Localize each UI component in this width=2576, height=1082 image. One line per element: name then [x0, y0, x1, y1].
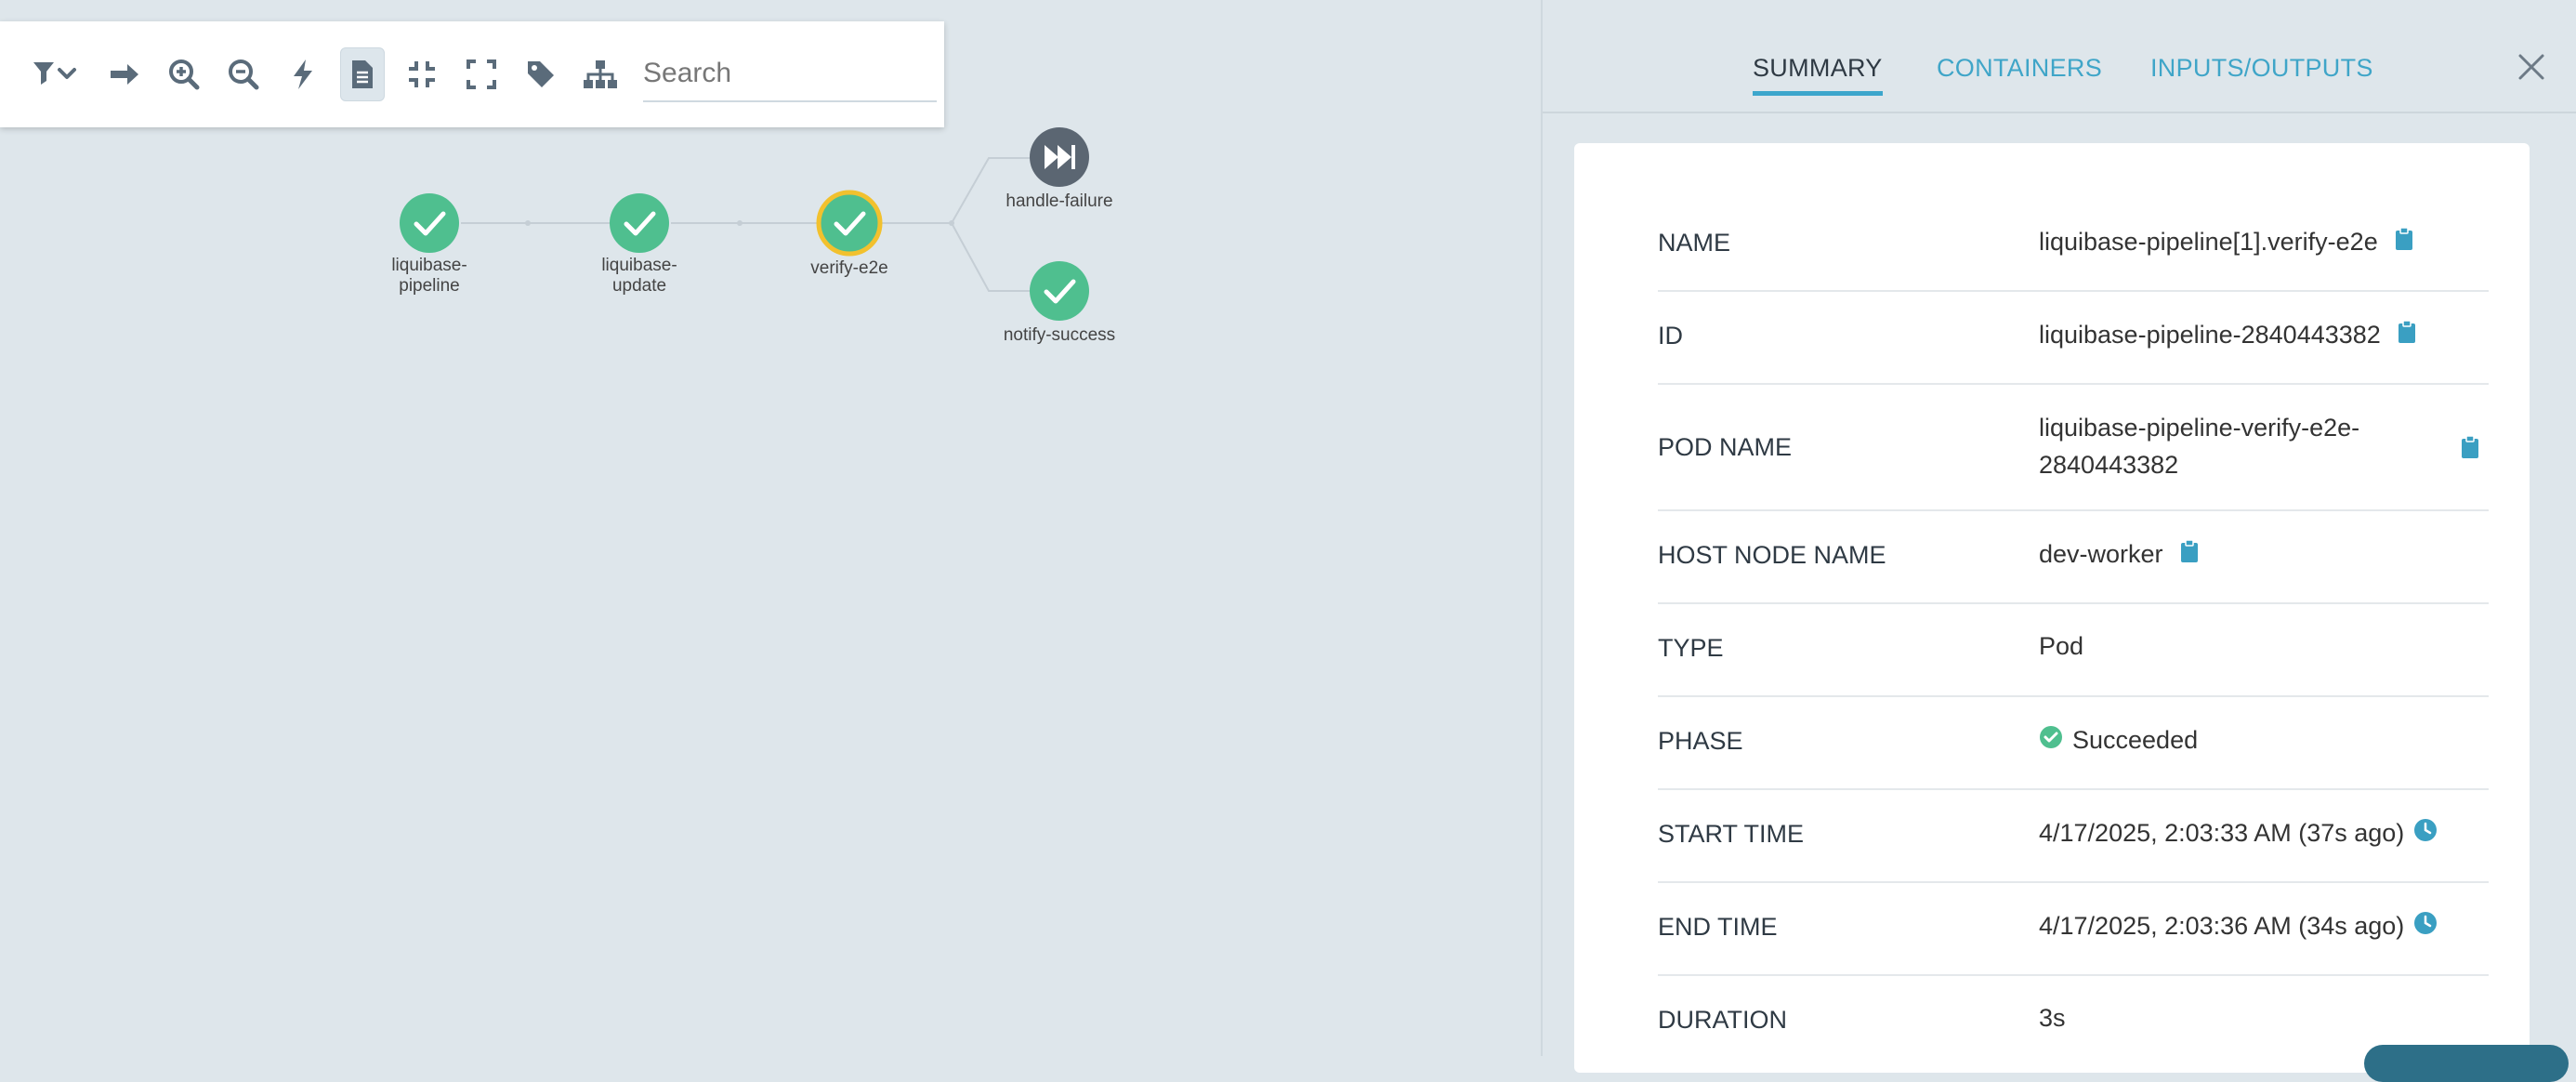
id-value: liquibase-pipeline-2840443382 — [2039, 321, 2381, 349]
row-key: TYPE — [1658, 634, 1724, 662]
close-icon — [2518, 54, 2544, 80]
row-value: 4/17/2025, 2:03:33 AM (37s ago) — [2039, 818, 2438, 849]
fast-mode-button[interactable] — [281, 47, 325, 101]
expand-icon — [467, 59, 496, 89]
node-handle-failure[interactable] — [1030, 127, 1089, 187]
tab-containers[interactable]: CONTAINERS — [1937, 54, 2102, 96]
node-verify-e2e[interactable] — [816, 190, 883, 257]
zoom-in-button[interactable] — [162, 47, 206, 101]
labels-button[interactable] — [519, 47, 563, 101]
compress-icon — [409, 61, 435, 87]
node-label-liquibase-update: liquibase- update — [565, 256, 714, 297]
floating-action-button[interactable] — [2364, 1045, 2569, 1082]
row-value: Succeeded — [2039, 725, 2198, 756]
node-label-line: pipeline — [399, 276, 460, 296]
bolt-icon — [294, 59, 312, 89]
summary-row-host-node-name: HOST NODE NAME dev-worker — [1658, 511, 2489, 604]
start-time-value: 4/17/2025, 2:03:33 AM (37s ago) — [2039, 819, 2405, 847]
tab-summary[interactable]: SUMMARY — [1753, 54, 1883, 96]
row-key: END TIME — [1658, 913, 1778, 941]
row-value: 4/17/2025, 2:03:36 AM (34s ago) — [2039, 911, 2438, 942]
summary-row-name: NAME liquibase-pipeline[1].verify-e2e — [1658, 143, 2489, 292]
row-value: dev-worker — [2039, 539, 2199, 570]
summary-row-id: ID liquibase-pipeline-2840443382 — [1658, 292, 2489, 385]
collapse-button[interactable] — [400, 47, 444, 101]
node-label-handle-failure: handle-failure — [985, 191, 1134, 212]
edge-to-notify-success — [951, 222, 1030, 292]
graph-toolbar — [0, 21, 944, 127]
show-artifacts-button[interactable] — [340, 47, 385, 101]
clock-icon — [2413, 911, 2438, 942]
tab-inputs-outputs[interactable]: INPUTS/OUTPUTS — [2150, 54, 2373, 96]
node-label-line: update — [611, 276, 667, 296]
filter-dropdown-icon — [33, 62, 76, 85]
node-label-notify-success: notify-success — [985, 325, 1134, 346]
summary-row-start-time: START TIME 4/17/2025, 2:03:33 AM (37s ag… — [1658, 790, 2489, 883]
clipboard-icon[interactable] — [2180, 539, 2199, 570]
duration-value: 3s — [2039, 1004, 2066, 1032]
node-label-verify-e2e: verify-e2e — [775, 258, 924, 279]
node-label-line: notify-success — [1003, 325, 1116, 345]
row-value: liquibase-pipeline[1].verify-e2e — [2039, 227, 2413, 257]
search-field — [643, 46, 937, 102]
search-input[interactable] — [643, 58, 937, 89]
summary-card: NAME liquibase-pipeline[1].verify-e2e ID… — [1574, 143, 2530, 1073]
row-key: DURATION — [1658, 1006, 1787, 1034]
row-key: START TIME — [1658, 820, 1805, 848]
graph-edges — [461, 157, 1030, 292]
summary-row-pod-name: POD NAME liquibase-pipeline-verify-e2e- … — [1658, 385, 2489, 511]
row-key: ID — [1658, 322, 1683, 350]
node-notify-success[interactable] — [1030, 261, 1089, 321]
host-node-value: dev-worker — [2039, 540, 2163, 568]
zoom-in-icon — [169, 59, 200, 90]
success-check-icon — [2039, 725, 2063, 756]
edge-to-handle-failure — [951, 157, 1030, 224]
row-key: PHASE — [1658, 727, 1743, 755]
workflow-graph-canvas[interactable]: liquibase- pipeline liquibase- update ve… — [0, 0, 1541, 1056]
pod-name-line: 2840443382 — [2039, 451, 2179, 479]
clipboard-icon[interactable] — [2461, 435, 2479, 464]
row-value: 3s — [2039, 1004, 2066, 1033]
layout-button[interactable] — [578, 47, 623, 101]
node-label-line: handle-failure — [1005, 191, 1113, 211]
node-liquibase-pipeline[interactable] — [400, 193, 459, 253]
tag-icon — [528, 61, 554, 87]
row-value: Pod — [2039, 632, 2083, 661]
name-value: liquibase-pipeline[1].verify-e2e — [2039, 228, 2378, 256]
summary-row-phase: PHASE Succeeded — [1658, 697, 2489, 790]
clipboard-icon[interactable] — [2398, 320, 2416, 350]
node-liquibase-update[interactable] — [610, 193, 669, 253]
pod-name-value: liquibase-pipeline-verify-e2e- 284044338… — [2039, 409, 2359, 483]
summary-row-type: TYPE Pod — [1658, 604, 2489, 697]
node-label-liquibase-pipeline: liquibase- pipeline — [355, 256, 504, 297]
close-panel-button[interactable] — [2513, 48, 2550, 86]
zoom-out-button[interactable] — [221, 47, 266, 101]
clock-icon — [2413, 818, 2438, 849]
row-value: liquibase-pipeline-2840443382 — [2039, 320, 2416, 350]
row-key: POD NAME — [1658, 433, 1793, 461]
node-label-line: liquibase- — [601, 256, 677, 275]
summary-row-end-time: END TIME 4/17/2025, 2:03:36 AM (34s ago) — [1658, 883, 2489, 976]
summary-row-duration: DURATION 3s — [1658, 976, 2489, 1069]
pod-name-line: liquibase-pipeline-verify-e2e- — [2039, 414, 2360, 442]
document-icon — [352, 60, 373, 88]
zoom-out-icon — [229, 59, 259, 90]
row-key: HOST NODE NAME — [1658, 541, 1886, 569]
workflow-graph — [400, 127, 1089, 321]
row-key: NAME — [1658, 229, 1731, 257]
node-label-line: verify-e2e — [810, 258, 888, 278]
filter-dropdown-button[interactable] — [26, 47, 87, 101]
node-label-line: liquibase- — [391, 256, 467, 275]
panel-tabs: SUMMARY CONTAINERS INPUTS/OUTPUTS — [1543, 0, 2576, 113]
type-value: Pod — [2039, 632, 2084, 660]
sitemap-icon — [584, 60, 617, 88]
direction-button[interactable] — [102, 47, 147, 101]
node-details-panel: SUMMARY CONTAINERS INPUTS/OUTPUTS NAME l… — [1541, 0, 2576, 1073]
arrow-right-icon — [111, 64, 138, 85]
phase-value: Succeeded — [2072, 726, 2199, 754]
end-time-value: 4/17/2025, 2:03:36 AM (34s ago) — [2039, 912, 2405, 940]
expand-button[interactable] — [459, 47, 504, 101]
clipboard-icon[interactable] — [2395, 227, 2413, 257]
